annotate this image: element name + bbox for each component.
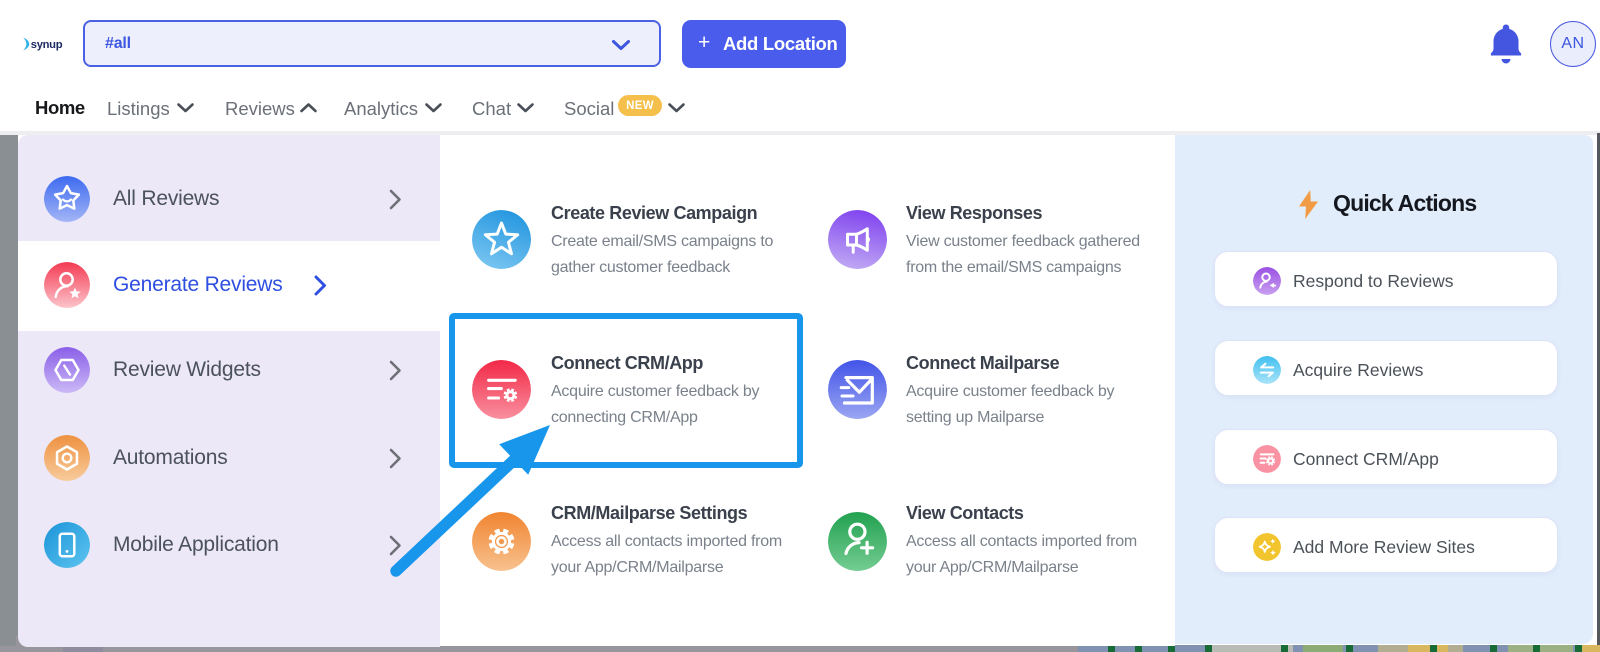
svg-text:synup: synup [31, 39, 63, 51]
